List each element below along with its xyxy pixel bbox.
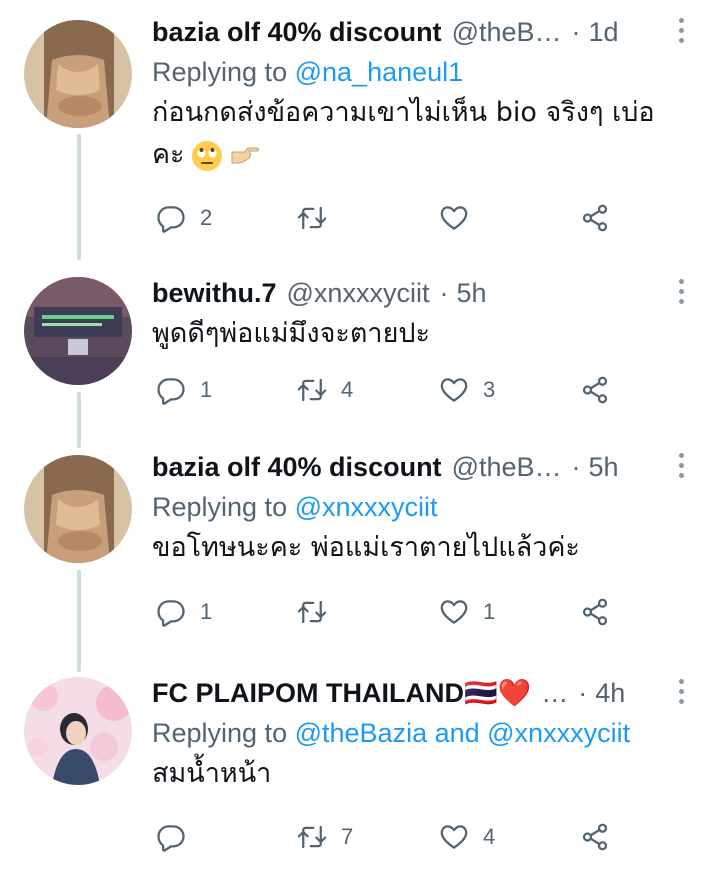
share-icon: [580, 375, 610, 405]
like-button[interactable]: 3: [439, 370, 495, 410]
replying-to: Replying to @na_haneul1: [152, 52, 700, 92]
tweet-text-line-2: คะ: [152, 134, 700, 176]
tweet[interactable]: FC PLAIPOM THAILAND🇹🇭❤️ … · 4h Replying …: [0, 673, 720, 873]
share-button[interactable]: [580, 370, 610, 410]
reply-icon: [156, 822, 186, 852]
retweet-icon: [297, 822, 327, 852]
retweet-button[interactable]: 4: [297, 370, 353, 410]
user-handle[interactable]: @theB…: [452, 17, 562, 48]
tweet-text-line: ขอโทษนะคะ พ่อแม่เราตายไปแล้วค่ะ: [152, 532, 580, 563]
avatar[interactable]: [24, 277, 132, 385]
retweet-icon: [297, 375, 327, 405]
like-count: 4: [483, 824, 496, 849]
share-icon: [580, 597, 610, 627]
like-button[interactable]: 1: [439, 592, 495, 632]
separator-dot: ·: [571, 16, 581, 47]
display-name[interactable]: bewithu.7: [152, 278, 277, 309]
replying-prefix: Replying to: [152, 57, 288, 87]
tweet-text: สมน้ำหน้า: [152, 753, 700, 795]
reply-button[interactable]: 1: [156, 592, 212, 632]
timestamp[interactable]: 5h: [456, 278, 486, 309]
heart-icon: [439, 822, 469, 852]
reply-count: 1: [200, 377, 213, 402]
tweet-text: ขอโทษนะคะ พ่อแม่เราตายไปแล้วค่ะ: [152, 527, 700, 569]
more-options-icon[interactable]: [676, 453, 686, 483]
retweet-button[interactable]: [297, 198, 341, 238]
tweet-text-line: ก่อนกดส่งข้อความเขาไม่เห็น bio จริงๆ เบ่…: [152, 97, 655, 128]
heart-icon: [439, 375, 469, 405]
retweet-button[interactable]: 7: [297, 817, 353, 857]
share-button[interactable]: [580, 198, 610, 238]
heart-icon: [439, 597, 469, 627]
replying-to-link[interactable]: @theBazia and @xnxxxyciit: [295, 718, 630, 748]
avatar[interactable]: [24, 20, 132, 128]
reply-icon: [156, 375, 186, 405]
retweet-count: 7: [341, 824, 354, 849]
reply-button[interactable]: 2: [156, 198, 212, 238]
tweet[interactable]: bazia olf 40% discount @theB… · 5h Reply…: [0, 447, 720, 637]
face-with-rolling-eyes-emoji: [191, 140, 222, 171]
reply-icon: [156, 597, 186, 627]
like-button[interactable]: 4: [439, 817, 495, 857]
hand-pointing-right-emoji: [231, 147, 259, 163]
like-count: 1: [483, 599, 496, 624]
display-name[interactable]: FC PLAIPOM THAILAND🇹🇭❤️: [152, 677, 531, 709]
reply-button[interactable]: [156, 817, 200, 857]
display-name[interactable]: bazia olf 40% discount: [152, 452, 442, 483]
avatar[interactable]: [24, 455, 132, 563]
share-icon: [580, 822, 610, 852]
tweet[interactable]: bewithu.7 @xnxxxyciit · 5h พูดดีๆพ่อแม่ม…: [0, 273, 720, 423]
replying-to: Replying to @xnxxxyciit: [152, 487, 700, 527]
tweet[interactable]: bazia olf 40% discount @theB… · 1d Reply…: [0, 12, 720, 252]
more-options-icon[interactable]: [676, 18, 686, 48]
timestamp[interactable]: 5h: [589, 452, 619, 483]
like-button[interactable]: [439, 198, 483, 238]
more-options-icon[interactable]: [676, 679, 686, 709]
timestamp[interactable]: 4h: [595, 678, 625, 709]
timestamp[interactable]: 1d: [589, 17, 619, 48]
replying-to-link[interactable]: @na_haneul1: [295, 57, 464, 87]
tweet-text-word: คะ: [152, 139, 185, 170]
user-handle[interactable]: @theB…: [452, 452, 562, 483]
tweet-text: ก่อนกดส่งข้อความเขาไม่เห็น bio จริงๆ เบ่…: [152, 92, 700, 176]
reply-count: 1: [200, 599, 213, 624]
reply-icon: [156, 203, 186, 233]
tweet-text: พูดดีๆพ่อแม่มึงจะตายปะ: [152, 313, 700, 355]
more-options-icon[interactable]: [676, 279, 686, 309]
user-handle[interactable]: …: [541, 678, 568, 709]
reply-count: 2: [200, 205, 213, 230]
heart-icon: [439, 203, 469, 233]
separator-dot: ·: [439, 277, 449, 308]
display-name[interactable]: bazia olf 40% discount: [152, 17, 442, 48]
retweet-button[interactable]: [297, 592, 341, 632]
share-icon: [580, 203, 610, 233]
separator-dot: ·: [571, 451, 581, 482]
share-button[interactable]: [580, 817, 610, 857]
retweet-icon: [297, 597, 327, 627]
reply-button[interactable]: 1: [156, 370, 212, 410]
user-handle[interactable]: @xnxxxyciit: [287, 278, 430, 309]
retweet-icon: [297, 203, 327, 233]
tweet-text-line: พูดดีๆพ่อแม่มึงจะตายปะ: [152, 318, 431, 349]
replying-to-link[interactable]: @xnxxxyciit: [295, 492, 438, 522]
replying-prefix: Replying to: [152, 718, 288, 748]
like-count: 3: [483, 377, 496, 402]
avatar[interactable]: [24, 677, 132, 785]
share-button[interactable]: [580, 592, 610, 632]
replying-to: Replying to @theBazia and @xnxxxyciit: [152, 713, 700, 753]
tweet-text-line: สมน้ำหน้า: [152, 758, 272, 789]
separator-dot: ·: [578, 677, 588, 708]
replying-prefix: Replying to: [152, 492, 288, 522]
retweet-count: 4: [341, 377, 354, 402]
